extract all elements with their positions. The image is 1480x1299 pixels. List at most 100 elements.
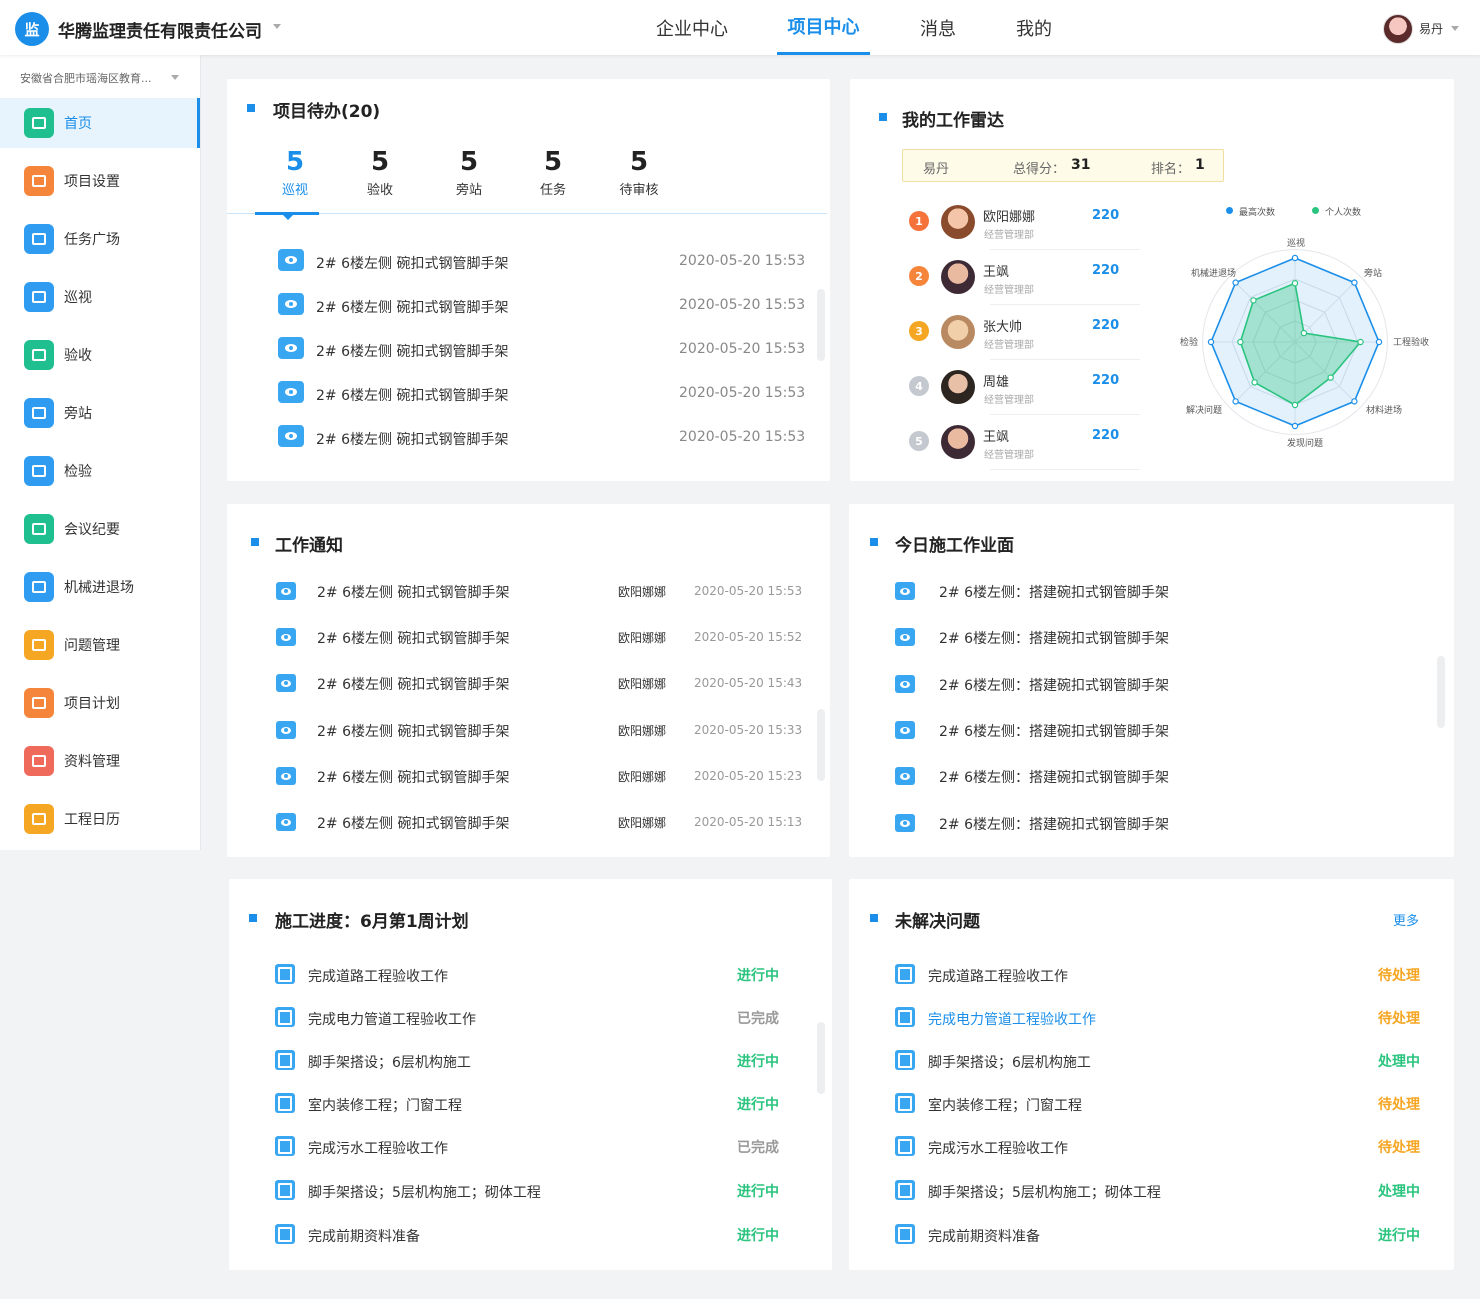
eye-icon [278, 381, 304, 403]
file-icon [24, 746, 54, 776]
sidebar-item[interactable]: 项目设置 [0, 156, 200, 206]
tab-pending-review[interactable]: 5 待审核 [594, 145, 684, 198]
chevron-down-icon[interactable] [273, 24, 281, 29]
status-badge: 待处理 [1378, 968, 1420, 984]
radar-point [1351, 398, 1358, 405]
progress-item-text[interactable]: 室内装修工程；门窗工程 [308, 1095, 462, 1115]
worksite-item-text[interactable]: 2# 6楼左侧：搭建碗扣式钢管脚手架 [939, 582, 1169, 602]
notice-item-text[interactable]: 2# 6楼左侧 碗扣式钢管脚手架 [317, 582, 509, 602]
scrollbar[interactable] [1437, 656, 1445, 728]
todo-item-time: 2020-05-20 15:53 [679, 253, 806, 269]
worksite-item-text[interactable]: 2# 6楼左侧：搭建碗扣式钢管脚手架 [939, 675, 1169, 695]
sidebar-item[interactable]: 问题管理 [0, 620, 200, 670]
notice-item-text[interactable]: 2# 6楼左侧 碗扣式钢管脚手架 [317, 813, 509, 833]
sidebar-item[interactable]: 工程日历 [0, 794, 200, 844]
worksite-item-text[interactable]: 2# 6楼左侧：搭建碗扣式钢管脚手架 [939, 767, 1169, 787]
rank-score: 220 [1092, 373, 1120, 388]
sidebar-item[interactable]: 会议纪要 [0, 504, 200, 554]
scrollbar[interactable] [817, 289, 825, 361]
notice-item-time: 2020-05-20 15:43 [694, 676, 803, 690]
radar-point [1251, 379, 1258, 386]
chevron-down-icon[interactable] [1451, 26, 1459, 31]
sidebar-item[interactable]: 资料管理 [0, 736, 200, 786]
eye-icon [278, 425, 304, 447]
progress-item-text[interactable]: 完成前期资料准备 [308, 1226, 420, 1246]
rank-dept: 经营管理部 [984, 450, 1034, 461]
status-badge: 进行中 [1378, 1228, 1420, 1244]
notice-item-text[interactable]: 2# 6楼左侧 碗扣式钢管脚手架 [317, 628, 509, 648]
radar-point [1250, 297, 1257, 304]
issue-item-text[interactable]: 脚手架搭设；5层机构施工；砌体工程 [928, 1182, 1161, 1202]
issue-item-text[interactable]: 完成前期资料准备 [928, 1226, 1040, 1246]
ruler-icon [24, 456, 54, 486]
tab-acceptance[interactable]: 5 验收 [335, 145, 425, 198]
notice-item-text[interactable]: 2# 6楼左侧 碗扣式钢管脚手架 [317, 674, 509, 694]
legend-label: 最高次数 [1239, 208, 1276, 218]
tab-patrol[interactable]: 5 巡视 [250, 145, 340, 198]
sidebar-item[interactable]: 项目计划 [0, 678, 200, 728]
issue-icon [895, 1136, 915, 1156]
worksite-item-text[interactable]: 2# 6楼左侧：搭建碗扣式钢管脚手架 [939, 628, 1169, 648]
progress-item-text[interactable]: 脚手架搭设；5层机构施工；砌体工程 [308, 1182, 541, 1202]
title-marker [251, 538, 259, 546]
sidebar-item[interactable]: 机械进退场 [0, 562, 200, 612]
issue-item-text[interactable]: 室内装修工程；门窗工程 [928, 1095, 1082, 1115]
scrollbar[interactable] [817, 1022, 825, 1094]
issues-panel: 未解决问题 更多 完成道路工程验收工作 待处理 完成电力管道工程验收工作 待处理 脚手架… [849, 879, 1454, 1270]
worksite-item-text[interactable]: 2# 6楼左侧：搭建碗扣式钢管脚手架 [939, 721, 1169, 741]
icon-glyph [32, 175, 46, 187]
sidebar-item[interactable]: 巡视 [0, 272, 200, 322]
todo-item-text[interactable]: 2# 6楼左侧 碗扣式钢管脚手架 [316, 429, 508, 449]
eye-icon [278, 293, 304, 315]
todo-panel: 项目待办(20) 5 巡视 5 验收 5 旁站 5 任务 5 待审核 2# 6楼左侧 碗扣… [227, 79, 830, 481]
sidebar-item[interactable]: 首页 [0, 98, 200, 148]
issue-item-text[interactable]: 完成污水工程验收工作 [928, 1138, 1068, 1158]
issue-item-text[interactable]: 完成道路工程验收工作 [928, 966, 1068, 986]
sidebar-item[interactable]: 检验 [0, 446, 200, 496]
notice-item-text[interactable]: 2# 6楼左侧 碗扣式钢管脚手架 [317, 721, 509, 741]
sidebar-item[interactable]: 验收 [0, 330, 200, 380]
issue-icon [895, 1007, 915, 1027]
more-link[interactable]: 更多 [1393, 910, 1419, 929]
worksite-item-text[interactable]: 2# 6楼左侧：搭建碗扣式钢管脚手架 [939, 814, 1169, 834]
user-name[interactable]: 易丹 [1419, 20, 1443, 37]
todo-item-text[interactable]: 2# 6楼左侧 碗扣式钢管脚手架 [316, 297, 508, 317]
radar-chart: 巡视旁站工程验收材料进场发现问题 解决问题 检验 机械进退场 [1180, 237, 1429, 449]
sidebar-item-label: 机械进退场 [64, 580, 134, 596]
sidebar-item-label: 旁站 [64, 406, 92, 422]
status-badge: 进行中 [737, 968, 779, 984]
nav-mine[interactable]: 我的 [1008, 0, 1060, 55]
progress-item-text[interactable]: 完成道路工程验收工作 [308, 966, 448, 986]
nav-messages[interactable]: 消息 [912, 0, 964, 55]
question-icon [24, 630, 54, 660]
todo-item-text[interactable]: 2# 6楼左侧 碗扣式钢管脚手架 [316, 253, 508, 273]
project-selector[interactable]: 安徽省合肥市瑶海区教育... [20, 70, 152, 86]
chevron-down-icon[interactable] [171, 75, 179, 80]
todo-item-text[interactable]: 2# 6楼左侧 碗扣式钢管脚手架 [316, 341, 508, 361]
tab-task[interactable]: 5 任务 [508, 145, 598, 198]
scrollbar[interactable] [817, 709, 825, 781]
wrench-icon [24, 166, 54, 196]
status-badge: 进行中 [737, 1054, 779, 1070]
eye-icon [276, 582, 296, 600]
rank-score: 220 [1092, 318, 1120, 333]
nav-project-center[interactable]: 项目中心 [777, 0, 870, 55]
avatar[interactable] [1383, 14, 1413, 44]
legend-label: 个人次数 [1325, 208, 1362, 218]
rank-badge: 5 [909, 431, 929, 451]
sidebar-item-label: 工程日历 [64, 812, 120, 828]
issue-item-text[interactable]: 完成电力管道工程验收工作 [928, 1009, 1096, 1029]
rank-dept: 经营管理部 [984, 395, 1034, 406]
progress-item-text[interactable]: 脚手架搭设；6层机构施工 [308, 1052, 471, 1072]
company-name[interactable]: 华腾监理责任有限责任公司 [58, 17, 262, 42]
issue-item-text[interactable]: 脚手架搭设；6层机构施工 [928, 1052, 1091, 1072]
todo-item-text[interactable]: 2# 6楼左侧 碗扣式钢管脚手架 [316, 385, 508, 405]
sidebar-item[interactable]: 任务广场 [0, 214, 200, 264]
progress-item-text[interactable]: 完成电力管道工程验收工作 [308, 1009, 476, 1029]
progress-item-text[interactable]: 完成污水工程验收工作 [308, 1138, 448, 1158]
tab-side-station[interactable]: 5 旁站 [424, 145, 514, 198]
radar-point [1291, 422, 1299, 430]
sidebar-item[interactable]: 旁站 [0, 388, 200, 438]
notice-item-text[interactable]: 2# 6楼左侧 碗扣式钢管脚手架 [317, 767, 509, 787]
nav-enterprise-center[interactable]: 企业中心 [650, 0, 734, 55]
